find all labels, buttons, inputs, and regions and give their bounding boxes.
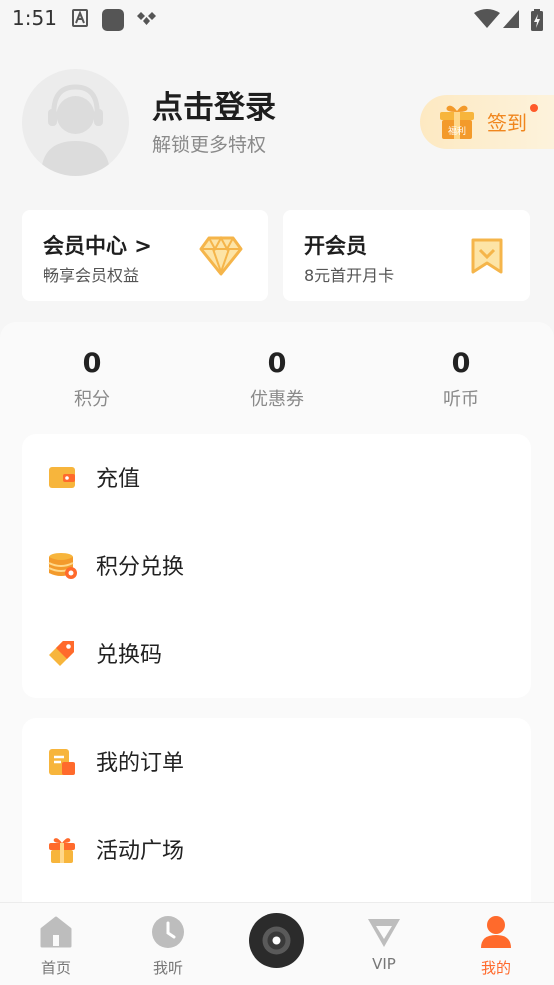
wifi-icon: [474, 9, 500, 28]
menu-item-activity-plaza[interactable]: 活动广场: [22, 806, 531, 894]
assets-panel: 0 积分 0 优惠券 0 听币 充值 积分兑换 兑换码 我的订单 活动广场: [0, 322, 554, 928]
status-time: 1:51: [12, 6, 57, 30]
app-notification-icon: [102, 9, 124, 31]
menu-label: 活动广场: [96, 839, 185, 864]
clock-icon: [152, 916, 184, 948]
menu-item-recharge[interactable]: 充值: [22, 434, 531, 522]
bookmark-vip-icon: [471, 238, 503, 274]
keyboard-notification-icon: [72, 9, 88, 27]
tag-icon: [49, 641, 74, 666]
coupons-stat[interactable]: 0 优惠券: [207, 348, 347, 411]
menu-label: 充值: [96, 467, 141, 492]
member-center-subtitle: 畅享会员权益: [43, 266, 140, 285]
coins-value: 0: [451, 348, 471, 379]
open-membership-subtitle: 8元首开月卡: [304, 266, 395, 285]
tab-my-listening[interactable]: 我听: [128, 903, 208, 985]
tab-vip[interactable]: VIP: [344, 903, 424, 985]
coupons-value: 0: [267, 348, 287, 379]
home-icon: [40, 916, 72, 948]
login-subtitle: 解锁更多特权: [152, 134, 267, 156]
tab-home[interactable]: 首页: [16, 903, 96, 985]
avatar[interactable]: [22, 69, 129, 176]
member-center-card[interactable]: 会员中心 > 畅享会员权益: [22, 210, 268, 301]
wallet-icon: [49, 467, 75, 488]
notification-dot: [530, 104, 538, 112]
tab-label: 首页: [40, 959, 71, 977]
points-label: 积分: [74, 389, 110, 410]
menu-item-redeem-code[interactable]: 兑换码: [22, 610, 531, 698]
coins-stat[interactable]: 0 听币: [391, 348, 531, 411]
diamond-notification-icon: [137, 12, 156, 25]
points-stat[interactable]: 0 积分: [22, 348, 162, 411]
status-bar: 1:51: [0, 0, 554, 40]
points-value: 0: [82, 348, 102, 379]
menu-item-my-orders[interactable]: 我的订单: [22, 718, 531, 806]
menu-item-points-exchange[interactable]: 积分兑换: [22, 522, 531, 610]
tab-label: 我听: [152, 959, 183, 977]
account-menu: 充值 积分兑换 兑换码: [22, 434, 531, 698]
activity-menu: 我的订单 活动广场: [22, 718, 531, 928]
open-membership-title: 开会员: [304, 234, 367, 258]
vinyl-record-icon: [262, 926, 291, 955]
default-avatar-icon: [41, 84, 110, 176]
member-center-title: 会员中心 >: [43, 234, 152, 258]
tab-mine[interactable]: 我的: [456, 903, 536, 985]
battery-icon: [531, 9, 543, 31]
vip-icon: [368, 919, 400, 947]
diamond-icon: [199, 236, 243, 276]
login-title[interactable]: 点击登录: [152, 82, 276, 127]
coins-label: 听币: [443, 389, 479, 410]
sign-in-button[interactable]: 福利 签到: [420, 95, 554, 149]
profile-header: 点击登录 解锁更多特权 福利 签到: [0, 60, 554, 190]
coins-icon: [48, 553, 77, 579]
player-button[interactable]: [249, 913, 304, 968]
person-icon: [481, 916, 511, 948]
sign-in-label: 签到: [487, 111, 527, 135]
signal-icon: [503, 10, 519, 28]
tab-label: 我的: [480, 959, 511, 977]
menu-label: 我的订单: [96, 751, 185, 776]
gift-icon: 福利: [440, 105, 474, 139]
tab-label: VIP: [372, 955, 396, 973]
menu-label: 兑换码: [96, 643, 163, 668]
menu-label: 积分兑换: [96, 555, 185, 580]
gift-box-icon: [49, 838, 75, 863]
coupons-label: 优惠券: [250, 389, 304, 410]
order-icon: [49, 749, 75, 775]
gift-tag: 福利: [448, 125, 466, 137]
open-membership-card[interactable]: 开会员 8元首开月卡: [283, 210, 530, 301]
